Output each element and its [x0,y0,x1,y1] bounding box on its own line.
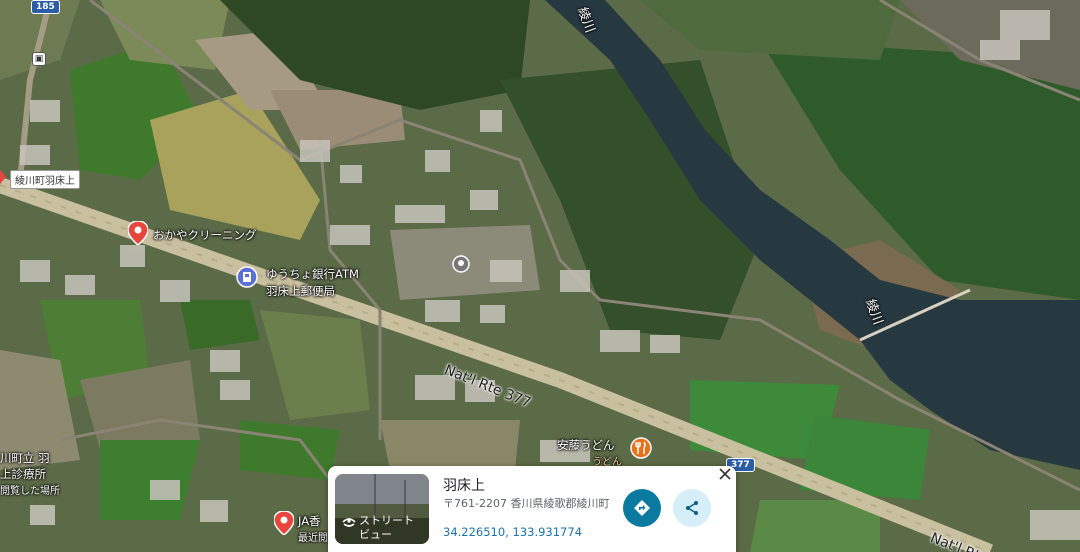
atm-pin-icon[interactable] [236,266,258,288]
place-info-card: ストリート ビュー 羽床上 〒761-2207 香川県綾歌郡綾川町 34.226… [328,466,736,552]
cleaning-label[interactable]: おかやクリーニング [153,227,257,243]
ja-pin-icon[interactable] [274,511,294,535]
street-view-thumbnail[interactable]: ストリート ビュー [335,474,429,544]
ja-sublabel: 最近閲 [298,533,328,544]
place-coordinates[interactable]: 34.226510, 133.931774 [443,525,582,539]
cleaning-pin-icon[interactable] [128,221,148,245]
clinic-label-1[interactable]: 川町立 羽 [0,450,50,466]
udon-label[interactable]: 安藤うどん [557,437,615,453]
street-view-icon [342,518,356,527]
ja-label[interactable]: JA香 [298,513,321,529]
post-office-label[interactable]: 羽床上郵便局 [266,283,335,299]
route-185-shield: 185 [31,0,60,14]
share-icon [686,501,698,515]
bus-stop-icon[interactable]: ▣ [32,52,46,66]
town-label[interactable]: 綾川町羽床上 [10,170,80,189]
place-name: 羽床上 [443,478,485,494]
share-button[interactable] [673,489,711,527]
atm-label[interactable]: ゆうちょ銀行ATM [266,266,359,282]
street-view-label: ストリート ビュー [359,514,414,541]
pin-edge-icon[interactable] [0,170,8,184]
clinic-label-2[interactable]: 上診療所 [0,466,46,482]
clinic-sublabel: 閲覧した場所 [0,486,60,497]
location-marker-icon[interactable] [452,255,470,273]
place-address: 〒761-2207 香川県綾歌郡綾川町 [443,497,610,510]
directions-icon [634,500,650,516]
close-icon [719,468,731,480]
directions-button[interactable] [623,489,661,527]
restaurant-pin-icon[interactable] [630,437,652,459]
close-button[interactable] [717,468,733,484]
street-view-overlay: ストリート ビュー [335,474,429,544]
